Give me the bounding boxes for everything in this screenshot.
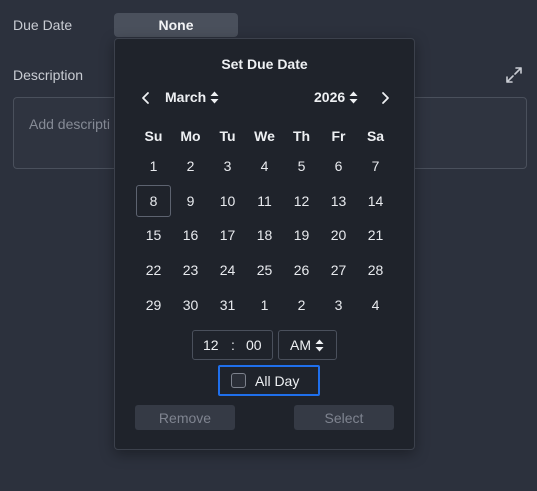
- calendar-day[interactable]: 3: [209, 149, 246, 184]
- weekday-header: Su Mo Tu We Th Fr Sa: [135, 128, 395, 144]
- calendar-day[interactable]: 26: [283, 253, 320, 288]
- time-separator: :: [231, 337, 235, 353]
- description-label: Description: [13, 67, 84, 83]
- remove-button[interactable]: Remove: [135, 405, 235, 430]
- calendar-day[interactable]: 28: [357, 253, 394, 288]
- calendar-day[interactable]: 31: [209, 287, 246, 322]
- calendar-day-selected[interactable]: 8: [136, 184, 171, 218]
- ampm-select[interactable]: AM: [278, 330, 337, 360]
- calendar-day[interactable]: 12: [283, 184, 320, 219]
- chevron-right-icon[interactable]: [377, 89, 393, 107]
- calendar-day[interactable]: 15: [135, 218, 172, 253]
- minute-input[interactable]: 00: [246, 337, 262, 353]
- expand-icon[interactable]: [505, 66, 523, 84]
- weekday-label: Tu: [219, 128, 236, 144]
- sort-arrows-icon: [315, 339, 324, 351]
- calendar-day[interactable]: 13: [320, 184, 357, 219]
- calendar-day[interactable]: 3: [320, 287, 357, 322]
- calendar-day[interactable]: 2: [172, 149, 209, 184]
- calendar-day[interactable]: 16: [172, 218, 209, 253]
- year-value: 2026: [314, 89, 346, 105]
- all-day-toggle[interactable]: All Day: [218, 365, 320, 396]
- all-day-label: All Day: [255, 372, 300, 389]
- calendar-day[interactable]: 23: [172, 253, 209, 288]
- year-select[interactable]: 2026: [314, 89, 358, 105]
- calendar-day[interactable]: 27: [320, 253, 357, 288]
- calendar-day[interactable]: 4: [357, 287, 394, 322]
- checkbox-icon[interactable]: [231, 373, 246, 388]
- time-input[interactable]: 12 : 00: [192, 330, 273, 360]
- task-details-panel: Due Date None Description Add descripti …: [0, 0, 537, 491]
- sort-arrows-icon: [210, 91, 219, 103]
- weekday-label: Mo: [180, 128, 201, 144]
- calendar-day[interactable]: 6: [320, 149, 357, 184]
- calendar-day[interactable]: 11: [246, 184, 283, 219]
- due-date-picker-popover: Set Due Date March 2026 Su Mo Tu We Th Fr Sa 1…: [114, 38, 415, 450]
- hour-input[interactable]: 12: [203, 337, 219, 353]
- calendar-day[interactable]: 2: [283, 287, 320, 322]
- calendar-day[interactable]: 18: [246, 218, 283, 253]
- calendar-day[interactable]: 21: [357, 218, 394, 253]
- chevron-left-icon[interactable]: [138, 89, 154, 107]
- month-select[interactable]: March: [165, 89, 219, 105]
- weekday-label: Th: [292, 128, 311, 144]
- sort-arrows-icon: [349, 91, 358, 103]
- description-placeholder: Add descripti: [29, 116, 110, 132]
- calendar-day[interactable]: 5: [283, 149, 320, 184]
- calendar-day[interactable]: 29: [135, 287, 172, 322]
- calendar-day[interactable]: 24: [209, 253, 246, 288]
- calendar-day[interactable]: 14: [357, 184, 394, 219]
- calendar-day[interactable]: 30: [172, 287, 209, 322]
- calendar-grid: 1 2 3 4 5 6 7 8 9 10 11 12 13 14 15 16 17 18 19 20 21 22 23 24 2…: [135, 149, 395, 322]
- weekday-label: Su: [144, 128, 163, 144]
- calendar-day[interactable]: 10: [209, 184, 246, 219]
- select-button[interactable]: Select: [294, 405, 394, 430]
- calendar-day[interactable]: 17: [209, 218, 246, 253]
- calendar-day[interactable]: 22: [135, 253, 172, 288]
- calendar-day[interactable]: 7: [357, 149, 394, 184]
- ampm-value: AM: [290, 337, 311, 353]
- calendar-day[interactable]: 1: [135, 149, 172, 184]
- calendar-day[interactable]: 25: [246, 253, 283, 288]
- weekday-label: Sa: [366, 128, 385, 144]
- calendar-day[interactable]: 20: [320, 218, 357, 253]
- calendar-day[interactable]: 4: [246, 149, 283, 184]
- calendar-day[interactable]: 1: [246, 287, 283, 322]
- due-date-label: Due Date: [13, 17, 73, 33]
- due-date-button[interactable]: None: [114, 13, 238, 37]
- month-value: March: [165, 89, 207, 105]
- weekday-label: Fr: [331, 128, 346, 144]
- calendar-day[interactable]: 19: [283, 218, 320, 253]
- picker-title: Set Due Date: [221, 56, 308, 72]
- weekday-label: We: [254, 128, 275, 144]
- calendar-day[interactable]: 9: [172, 184, 209, 219]
